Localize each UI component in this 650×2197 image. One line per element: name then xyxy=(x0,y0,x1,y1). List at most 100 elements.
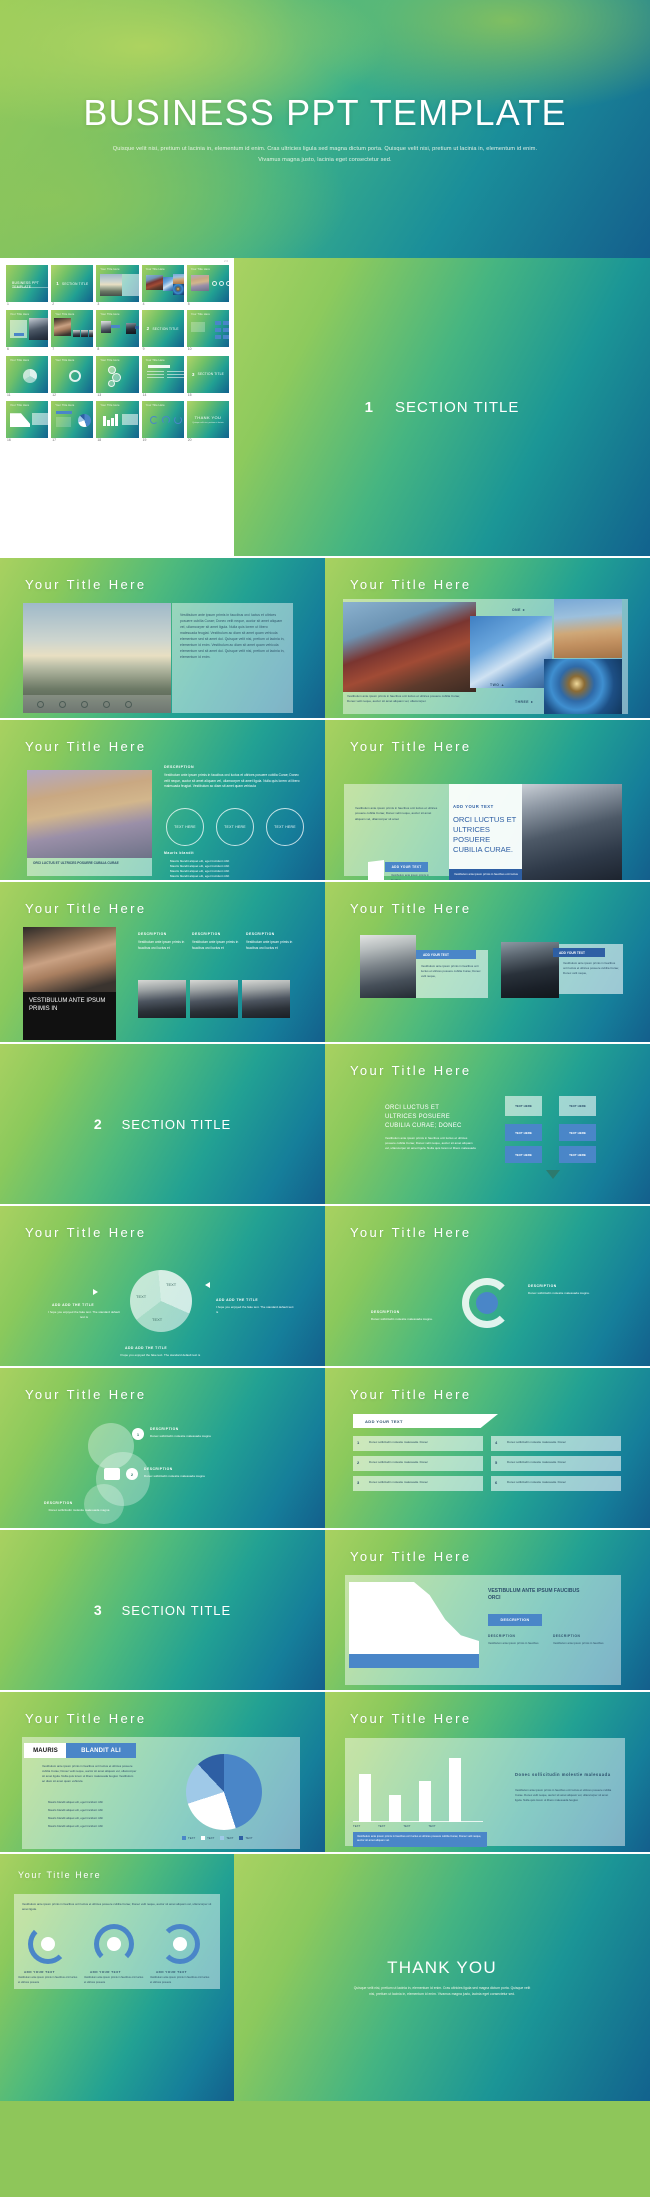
thumb-slide-18[interactable]: Your Title Here xyxy=(96,401,139,439)
card-heading: ADD YOUR TEXT xyxy=(90,1970,121,1974)
thumbnail-item[interactable]: Your Title Here 18 xyxy=(96,401,139,442)
badge-number: 2 xyxy=(126,1468,138,1480)
thumbnail-item[interactable]: Your Title Here 12 xyxy=(51,355,94,397)
slide-5[interactable]: Your Title Here ORCI LUCTUS ET ULTRICES … xyxy=(0,720,325,880)
slide-12[interactable]: Your Title Here DESCRIPTION Donec sollic… xyxy=(325,1206,650,1366)
card-kicker: ADD YOUR TEXT xyxy=(453,804,494,809)
row-number: 5 xyxy=(495,1460,498,1465)
org-node[interactable]: TEXT HERE xyxy=(505,1124,542,1141)
thumb-slide-10[interactable]: Your Title Here xyxy=(186,310,229,348)
thumbnail-item[interactable]: BUSINESS PPT TEMPLATE 1 xyxy=(6,265,49,306)
thumb-number: 9 xyxy=(142,347,145,352)
thumbnail-item[interactable]: Your Title Here 10 xyxy=(186,310,229,351)
thumbnail-item[interactable]: Your Title Here 17 xyxy=(51,401,94,442)
slide-17[interactable]: Your Title Here MAURIS BLANDIT ALI Vesti… xyxy=(0,1692,325,1852)
item-heading: DESCRIPTION xyxy=(150,1427,179,1431)
linkedin-icon[interactable] xyxy=(125,700,132,708)
org-node[interactable]: TEXT HERE xyxy=(559,1146,596,1163)
twitter-icon[interactable] xyxy=(37,700,44,708)
bullet-item: Mauris blandit aliquet elit, eget tincid… xyxy=(48,1824,104,1828)
thumb-photo xyxy=(73,330,81,338)
thumb-row xyxy=(146,373,164,376)
thumb-slide-9[interactable]: 2 SECTION TITLE xyxy=(141,310,184,348)
thumbnail-item[interactable]: Your Title Here 16 xyxy=(6,401,49,442)
slide-16[interactable]: Your Title Here VESTIBULUM ANTE IPSUM FA… xyxy=(325,1530,650,1690)
thumb-slide-3[interactable]: Your Title Here xyxy=(96,265,139,302)
thumbnail-item[interactable]: Your Title Here 6 xyxy=(6,310,49,352)
thumb-number: 6 xyxy=(7,347,9,352)
org-node[interactable]: TEXT HERE xyxy=(559,1096,596,1116)
list-row[interactable]: 1 Donec sollicitudin molestie malesuada.… xyxy=(353,1436,483,1451)
slide-11[interactable]: Your Title Here TEXT TEXT TEXT ADD ADD T… xyxy=(0,1206,325,1366)
org-node[interactable]: TEXT HERE xyxy=(559,1124,596,1141)
slide-10[interactable]: Your Title Here ORCI LUCTUS ET ULTRICES … xyxy=(325,1044,650,1204)
thumb-slide-4[interactable]: Your Title Here xyxy=(141,265,184,302)
thumb-slide-14[interactable]: Your Title Here xyxy=(141,355,184,393)
thumb-slide-19[interactable]: Your Title Here xyxy=(141,401,184,439)
slide-7[interactable]: Your Title Here VESTIBULUM ANTE IPSUM PR… xyxy=(0,882,325,1042)
slide-4[interactable]: Your Title Here Vestibulum ante ipsum pr… xyxy=(325,558,650,718)
pie-slice-label: TEXT xyxy=(152,1317,163,1322)
thumb-slide-16[interactable]: Your Title Here xyxy=(6,401,49,439)
slide-title: Your Title Here xyxy=(350,739,472,754)
slide-14[interactable]: Your Title Here ADD YOUR TEXT 1 Donec so… xyxy=(325,1368,650,1528)
thumb-slide-2[interactable]: 1 SECTION TITLE xyxy=(51,265,94,302)
thumb-node xyxy=(214,321,221,326)
badge-1: ADD YOUR TEXT xyxy=(416,950,476,959)
thumb-slide-7[interactable]: Your Title Here xyxy=(51,310,94,348)
org-node[interactable]: TEXT HERE xyxy=(505,1146,542,1163)
thumb-slide-13[interactable]: Your Title Here xyxy=(96,355,139,393)
thumb-slide-8[interactable]: Your Title Here xyxy=(96,310,139,348)
list-row[interactable]: 2 Donec sollicitudin molestie malesuada.… xyxy=(353,1456,483,1471)
slide-6[interactable]: Your Title Here Vestibulum ante ipsum pr… xyxy=(325,720,650,880)
thumb-slide-12[interactable]: Your Title Here xyxy=(51,355,94,393)
thumbnail-item[interactable]: Your Title Here 14 xyxy=(141,355,184,397)
list-row[interactable]: 4 Donec sollicitudin molestie malesuada.… xyxy=(491,1436,621,1451)
slide-title: Your Title Here xyxy=(25,1711,147,1726)
tree-photo xyxy=(27,770,152,858)
badge-blue: BLANDIT ALI xyxy=(66,1743,136,1758)
thumbnail-item[interactable]: 1 SECTION TITLE 2 xyxy=(51,265,94,306)
slide-8[interactable]: Your Title Here ADD YOUR TEXT Vestibulum… xyxy=(325,882,650,1042)
donut-center xyxy=(41,1937,55,1951)
slide-18[interactable]: Your Title Here TEXT TEXT TEXT TEXT Done… xyxy=(325,1692,650,1852)
google-icon[interactable] xyxy=(59,700,66,708)
thumbnail-item[interactable]: 2 SECTION TITLE 9 xyxy=(141,310,184,352)
badge-2-label: ADD YOUR TEXT xyxy=(559,950,585,955)
team-photo xyxy=(190,980,238,1018)
rss-icon[interactable] xyxy=(103,700,110,708)
thumb-slide-17[interactable]: Your Title Here xyxy=(51,401,94,439)
right-heading: DESCRIPTION xyxy=(528,1284,557,1288)
thumb-slide-5[interactable]: Your Title Here xyxy=(186,265,229,302)
thumbnail-item[interactable]: Your Title Here 5 xyxy=(186,265,229,306)
thumbnail-item[interactable]: Your Title Here 3 xyxy=(96,265,139,306)
chart-heading: Donec sollicitudin molestie malesuada xyxy=(515,1772,611,1777)
slide-13[interactable]: Your Title Here 1 DESCRIPTION Donec soll… xyxy=(0,1368,325,1528)
thumb-slide-11[interactable]: Your Title Here xyxy=(6,355,49,393)
axis-tick: TEXT xyxy=(403,1824,411,1828)
facebook-icon[interactable] xyxy=(81,700,88,708)
thumb-slide-15[interactable]: 3 SECTION TITLE xyxy=(186,355,229,393)
list-row[interactable]: 5 Donec sollicitudin molestie malesuada.… xyxy=(491,1456,621,1471)
button-caption: Vestibulum ante ipsum primis in faucibus xyxy=(391,874,429,880)
thumbnail-item[interactable]: Your Title Here 4 xyxy=(141,265,184,306)
thumbnail-item[interactable]: Your Title Here 11 xyxy=(6,355,49,397)
thumbnail-item[interactable]: Your Title Here 8 xyxy=(96,310,139,351)
thumbnail-item[interactable]: Your Title Here 19 xyxy=(141,401,184,442)
add-text-button[interactable]: ADD YOUR TEXT xyxy=(385,862,428,872)
list-row[interactable]: 3 Donec sollicitudin molestie malesuada.… xyxy=(353,1476,483,1491)
thumb-slide-6[interactable]: Your Title Here xyxy=(6,310,49,348)
description-tab[interactable]: DESCRIPTION xyxy=(488,1614,542,1626)
row-text: Donec sollicitudin molestie malesuada. D… xyxy=(507,1460,566,1464)
thumb-slide-20[interactable]: THANK YOU Quisque velit nisi, pretium ut… xyxy=(186,401,229,439)
thumbnail-item[interactable]: 3 SECTION TITLE 15 xyxy=(186,355,229,397)
thumbnail-item[interactable]: Your Title Here 7 xyxy=(51,310,94,351)
list-row[interactable]: 6 Donec sollicitudin molestie malesuada.… xyxy=(491,1476,621,1491)
slide-19[interactable]: Your Title Here Vestibulum ante ipsum pr… xyxy=(0,1854,234,2101)
slide-3[interactable]: Your Title Here Vestibulum ante ipsum pr… xyxy=(0,558,325,718)
thumbnail-item[interactable]: THANK YOU Quisque velit nisi, pretium ut… xyxy=(186,401,229,442)
thumb-pie-chart xyxy=(78,414,92,428)
thumb-slide-1[interactable]: BUSINESS PPT TEMPLATE xyxy=(6,265,49,302)
org-node[interactable]: TEXT HERE xyxy=(505,1096,542,1116)
thumbnail-item[interactable]: Your Title Here 13 xyxy=(96,355,139,397)
